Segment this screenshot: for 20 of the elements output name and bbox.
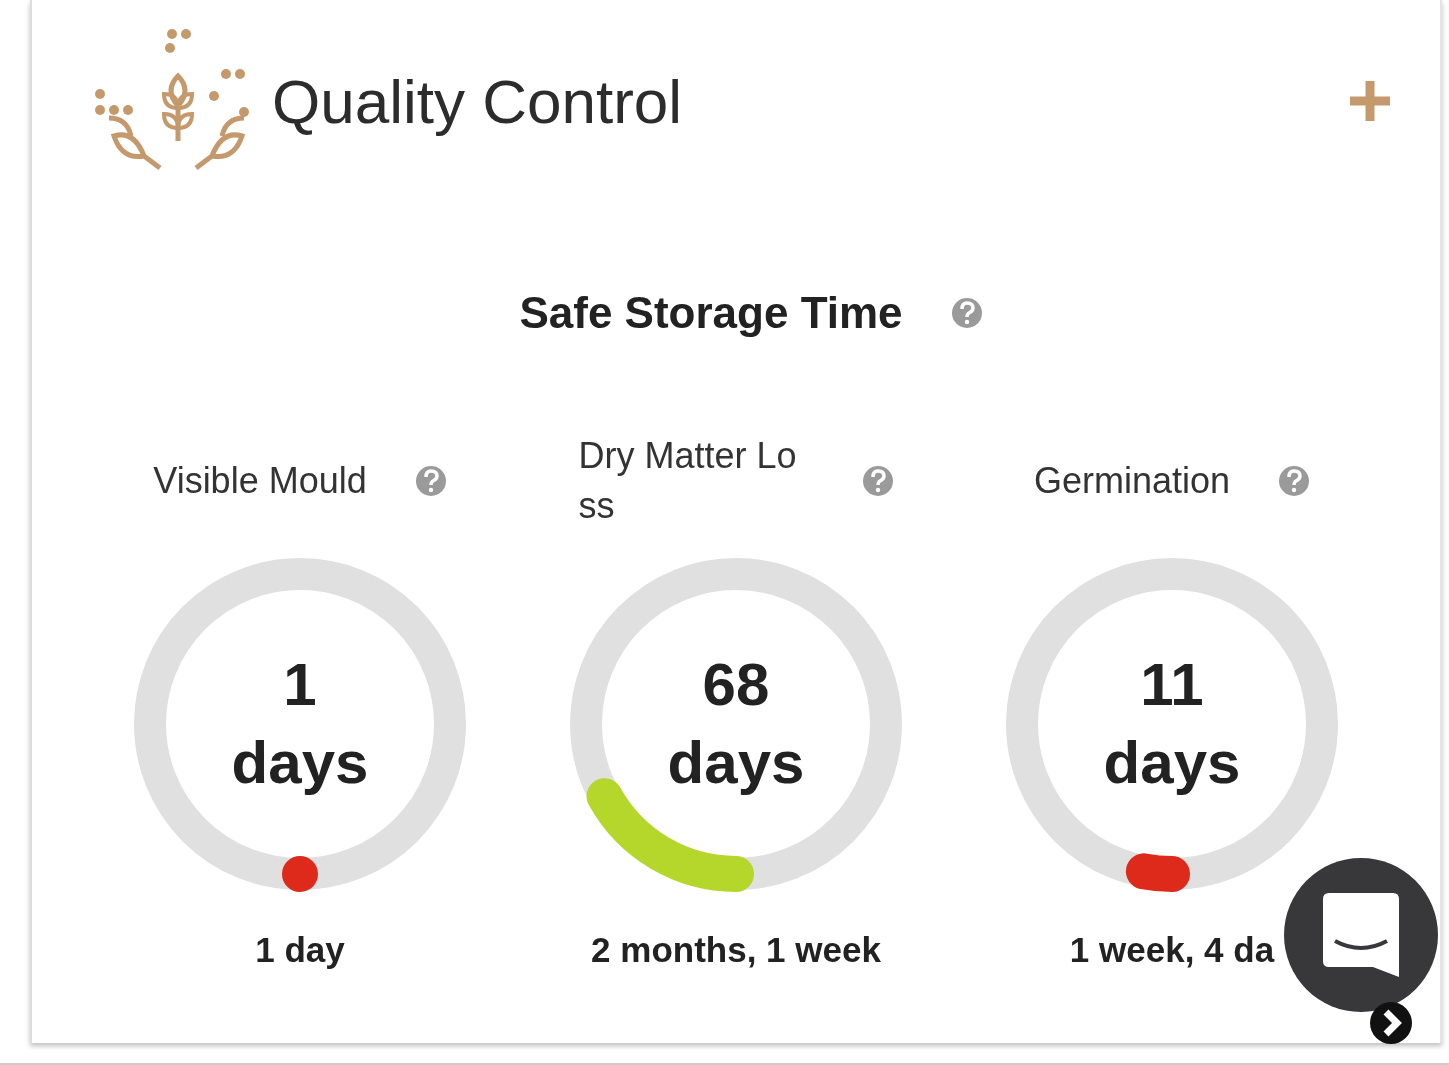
help-icon[interactable] bbox=[1278, 465, 1311, 497]
gauge-value: 11 bbox=[1139, 650, 1205, 720]
duration-text: 2 months, 1 week bbox=[591, 929, 881, 971]
card-title: Quality Control bbox=[272, 65, 683, 138]
plus-icon[interactable] bbox=[1348, 79, 1392, 123]
duration-text: 1 week, 4 da bbox=[1069, 929, 1275, 971]
gauge-unit: days bbox=[231, 728, 369, 798]
gauge-label: Dry Matter Loss bbox=[578, 433, 798, 528]
help-icon[interactable] bbox=[950, 297, 983, 329]
chat-icon bbox=[1323, 893, 1399, 977]
duration-text: 1 day bbox=[255, 929, 345, 971]
help-icon[interactable] bbox=[861, 465, 894, 497]
gauge-label: Visible Mould bbox=[153, 458, 367, 503]
section-title: Safe Storage Time bbox=[519, 287, 903, 339]
gauge-unit: days bbox=[1103, 728, 1241, 798]
gauge-value: 68 bbox=[701, 650, 771, 720]
gauge-label: Germination bbox=[1033, 458, 1231, 503]
gauge-unit: days bbox=[667, 728, 805, 798]
help-icon[interactable] bbox=[414, 465, 447, 497]
gauge-value: 1 bbox=[282, 650, 318, 720]
